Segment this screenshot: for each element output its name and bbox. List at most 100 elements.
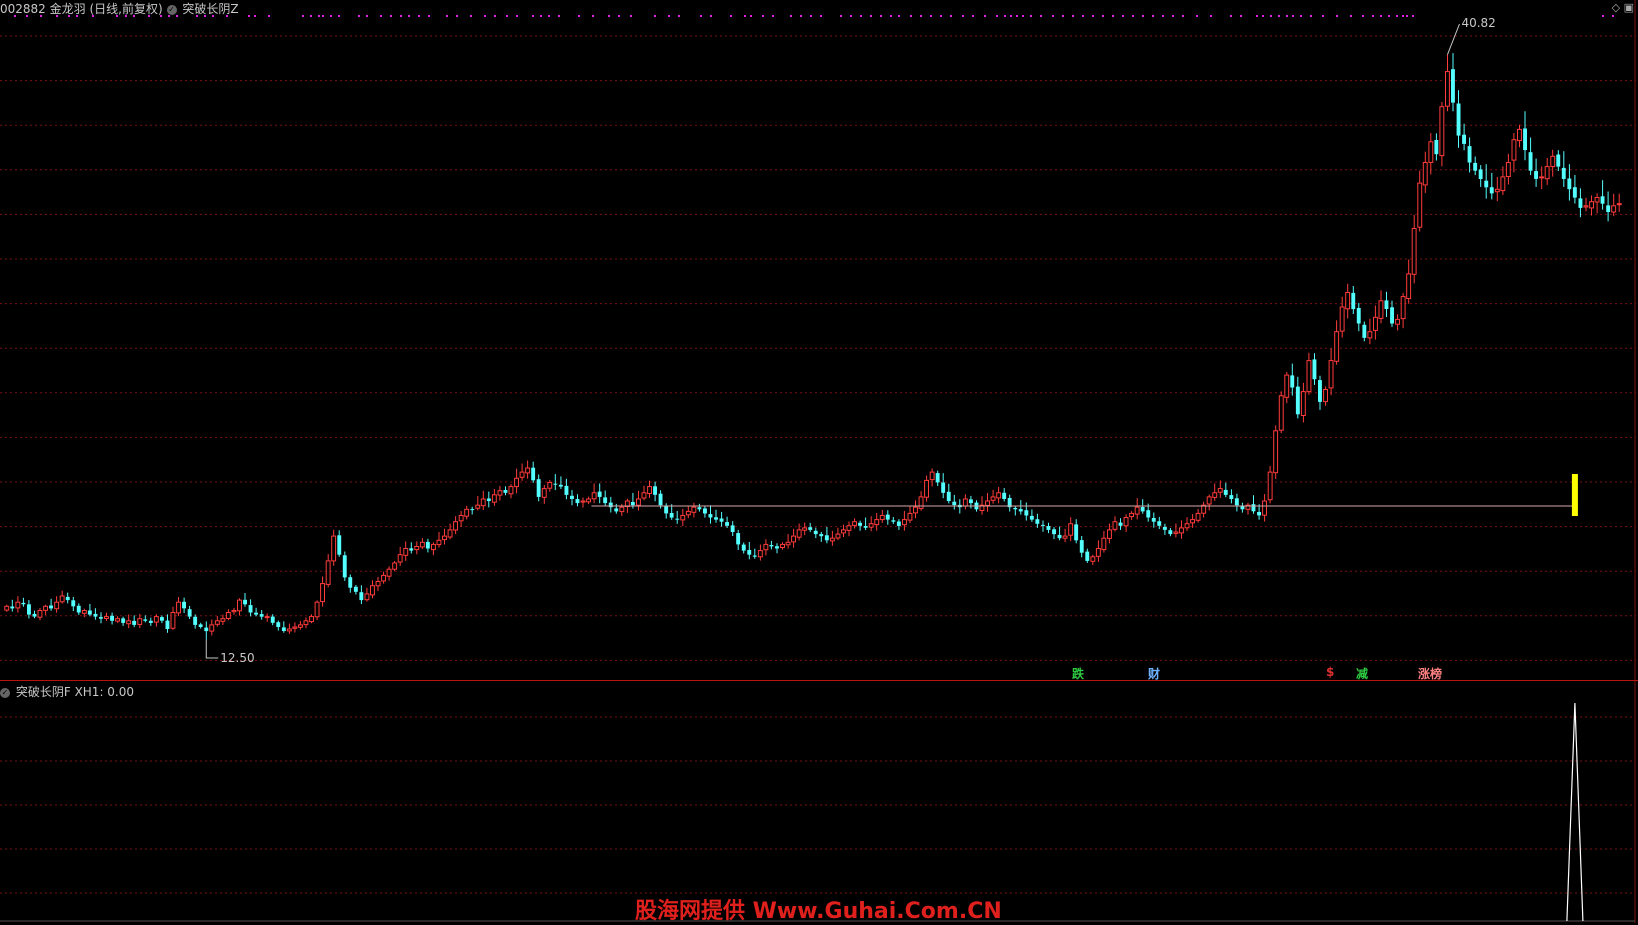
candle-body bbox=[725, 522, 729, 526]
candle-body bbox=[281, 627, 286, 631]
signal-dot bbox=[840, 15, 842, 17]
candle-body bbox=[99, 617, 103, 619]
candle-body bbox=[1390, 307, 1394, 324]
candle-body bbox=[1583, 205, 1589, 208]
candle-body bbox=[841, 529, 846, 534]
candle-body bbox=[1251, 504, 1256, 512]
candle-body bbox=[1456, 103, 1461, 136]
candle-body bbox=[115, 618, 120, 622]
candle-body bbox=[220, 618, 226, 622]
signal-dot bbox=[1182, 15, 1184, 17]
signal-dot bbox=[212, 15, 214, 17]
candle-body bbox=[603, 497, 608, 504]
signal-dot bbox=[268, 15, 270, 17]
signal-dot bbox=[358, 15, 360, 17]
candle-body bbox=[54, 601, 60, 610]
candle-body bbox=[409, 548, 414, 551]
candle-body bbox=[1312, 359, 1317, 380]
signal-dot bbox=[68, 15, 70, 17]
candle-body bbox=[1134, 506, 1140, 515]
signal-dot bbox=[1092, 15, 1094, 17]
candle-body bbox=[514, 477, 519, 488]
candle-body bbox=[941, 482, 946, 493]
signal-dot bbox=[972, 15, 974, 17]
candle-body bbox=[946, 491, 951, 501]
signal-dot bbox=[418, 15, 420, 17]
signal-dot bbox=[196, 15, 198, 17]
candle-body bbox=[325, 560, 331, 585]
candle-body bbox=[1112, 521, 1118, 530]
candle-body bbox=[1445, 71, 1450, 107]
candle-body bbox=[757, 550, 763, 558]
signal-dot bbox=[428, 15, 430, 17]
signal-dot bbox=[254, 15, 256, 17]
candle-body bbox=[1223, 489, 1228, 495]
signal-dot bbox=[148, 15, 150, 17]
candle-body bbox=[1489, 187, 1494, 194]
signal-dot bbox=[14, 15, 16, 17]
signal-dot bbox=[1122, 15, 1124, 17]
candle-body bbox=[1206, 496, 1212, 505]
candle-body bbox=[464, 508, 470, 517]
candle-body bbox=[1323, 389, 1328, 403]
signal-dot bbox=[176, 15, 178, 17]
candle-body bbox=[1295, 386, 1300, 415]
candle-body bbox=[669, 513, 674, 518]
signal-dot bbox=[92, 15, 94, 17]
candle-body bbox=[969, 499, 973, 504]
candle-body bbox=[65, 596, 70, 601]
candle-body bbox=[791, 535, 796, 543]
candle-body bbox=[1417, 182, 1423, 228]
candle-body bbox=[1484, 180, 1489, 188]
candle-body bbox=[1567, 178, 1572, 190]
breakout-signal-bar bbox=[1571, 474, 1578, 516]
candle-body bbox=[1123, 517, 1129, 527]
candle-body bbox=[348, 577, 353, 588]
candle-body bbox=[414, 546, 420, 551]
candle-body bbox=[237, 599, 242, 612]
high-leader-line bbox=[1446, 23, 1460, 55]
candle-body bbox=[1240, 506, 1245, 510]
candle-body bbox=[780, 543, 785, 549]
candle-body bbox=[1140, 507, 1145, 512]
candle-body bbox=[248, 605, 253, 613]
candle-body bbox=[564, 485, 569, 495]
candle-body bbox=[1494, 188, 1500, 193]
candle-body bbox=[1062, 535, 1068, 539]
candle-body bbox=[1212, 492, 1218, 498]
low-price-label: 12.50 bbox=[220, 651, 255, 665]
candle-body bbox=[10, 606, 15, 609]
signal-dot bbox=[1010, 15, 1012, 17]
candle-body bbox=[547, 482, 553, 489]
candle-body bbox=[104, 616, 109, 619]
candle-body bbox=[425, 541, 430, 549]
candle-body bbox=[436, 539, 442, 546]
signal-dot bbox=[1380, 15, 1382, 17]
signal-dot bbox=[1262, 15, 1264, 17]
signal-dot bbox=[578, 15, 580, 17]
signal-dot bbox=[930, 15, 932, 17]
signal-dot bbox=[654, 15, 656, 17]
candle-body bbox=[508, 486, 514, 495]
candle-body bbox=[1090, 556, 1096, 562]
signal-dot bbox=[700, 15, 702, 17]
candle-body bbox=[835, 533, 841, 539]
candle-body bbox=[359, 592, 364, 601]
signal-marker: $ bbox=[1326, 665, 1335, 679]
signal-dot bbox=[750, 15, 752, 17]
candle-body bbox=[1041, 524, 1045, 526]
candle-body bbox=[1267, 471, 1273, 501]
candle-body bbox=[808, 527, 813, 530]
candle-body bbox=[1300, 391, 1306, 417]
candle-body bbox=[664, 505, 669, 514]
signal-dot bbox=[820, 15, 822, 17]
signal-dot bbox=[116, 15, 118, 17]
candle-body bbox=[4, 605, 10, 611]
candle-body bbox=[320, 583, 326, 603]
candle-body bbox=[243, 599, 247, 605]
candle-body bbox=[691, 506, 697, 513]
signal-dot bbox=[1196, 15, 1198, 17]
candle-body bbox=[419, 541, 425, 548]
signal-dot bbox=[1240, 15, 1242, 17]
candle-body bbox=[769, 545, 774, 547]
